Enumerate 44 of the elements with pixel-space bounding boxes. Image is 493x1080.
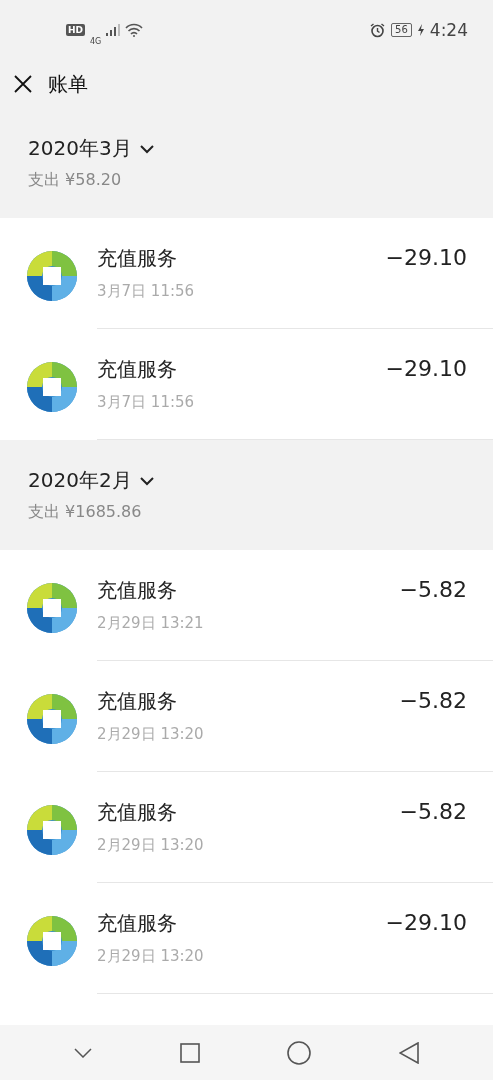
bill-date: 3月7日 11:56: [97, 282, 196, 301]
alarm-icon: [370, 22, 386, 38]
home-button[interactable]: [287, 1040, 312, 1065]
bill-date: 2月29日 13:21: [97, 614, 205, 633]
recent-apps-button[interactable]: [179, 1042, 200, 1063]
bill-amount: −5.82: [399, 577, 467, 604]
chevron-icon[interactable]: [139, 475, 154, 486]
dropdown-button[interactable]: [73, 1047, 92, 1058]
service-logo-icon: [26, 804, 78, 856]
wifi-icon: [125, 23, 144, 37]
bill-date: 3月7日 11:56: [97, 393, 196, 412]
month-expense: 支出 ¥1685.86: [28, 502, 143, 523]
bill-amount: −29.10: [385, 245, 467, 272]
signal-icon: [106, 24, 121, 36]
battery-level: 56: [391, 23, 412, 37]
month-title: 2020年3月: [28, 135, 132, 162]
service-logo-icon: [26, 582, 78, 634]
bill-title: 充值服务: [97, 688, 178, 715]
bill-title: 充值服务: [97, 799, 178, 826]
close-button[interactable]: [14, 75, 32, 93]
bill-amount: −5.82: [399, 799, 467, 826]
bill-title: 充值服务: [97, 356, 178, 383]
bill-title: 充值服务: [97, 910, 178, 937]
page-title: 账单: [48, 70, 88, 98]
service-logo-icon: [26, 915, 78, 967]
bill-date: 2月29日 13:20: [97, 836, 205, 855]
clock-time: 4:24: [429, 20, 468, 40]
bill-date: 2月29日 13:20: [97, 725, 205, 744]
bill-amount: −29.10: [385, 910, 467, 937]
service-logo-icon: [26, 693, 78, 745]
bill-title: 充值服务: [97, 245, 178, 272]
month-expense: 支出 ¥58.20: [28, 170, 123, 191]
charging-icon: [417, 24, 424, 36]
service-logo-icon: [26, 361, 78, 413]
bill-amount: −29.10: [385, 356, 467, 383]
back-button[interactable]: [399, 1041, 420, 1064]
service-logo-icon: [26, 250, 78, 302]
bill-date: 2月29日 13:20: [97, 947, 205, 966]
chevron-icon[interactable]: [139, 143, 154, 154]
hd-indicator: HD: [66, 24, 85, 36]
bill-title: 充值服务: [97, 577, 178, 604]
bill-amount: −5.82: [399, 688, 467, 715]
network-type: 4G: [90, 36, 102, 46]
month-title: 2020年2月: [28, 467, 132, 494]
